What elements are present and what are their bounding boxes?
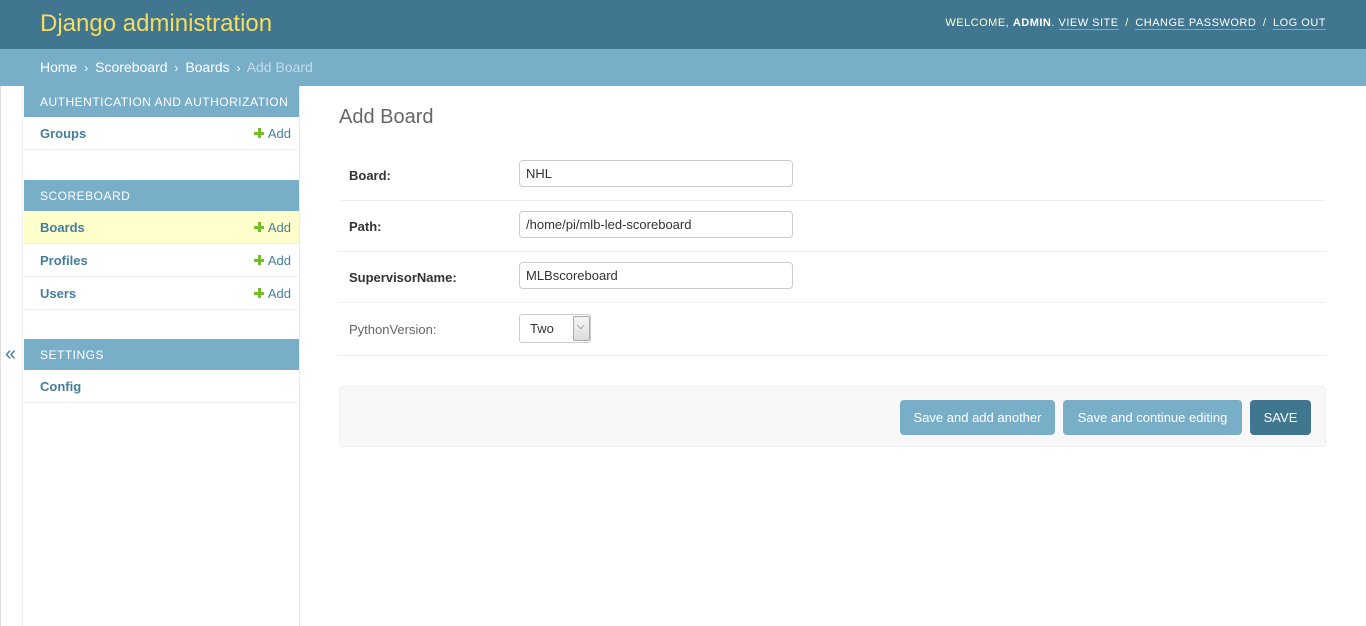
page-title: Add Board	[339, 106, 434, 128]
board-input[interactable]	[519, 160, 793, 187]
module-caption[interactable]: Scoreboard	[24, 180, 299, 211]
path-label: Path:	[349, 219, 382, 234]
form-row-python-version: PythonVersion: Two ⌵	[339, 303, 1326, 356]
form-row-supervisor-name: SupervisorName:	[339, 252, 1326, 303]
python-version-select[interactable]: Two ⌵	[519, 314, 591, 343]
path-input[interactable]	[519, 211, 793, 238]
change-password-link[interactable]: Change password	[1135, 17, 1257, 30]
sidebar-item-config: Config	[24, 370, 299, 403]
sidebar-item-boards: Boards Add	[24, 211, 299, 244]
save-button[interactable]: Save	[1250, 400, 1311, 435]
breadcrumb-separator: ›	[236, 61, 241, 75]
form-row-board: Board:	[339, 150, 1326, 201]
select-value: Two	[530, 321, 554, 336]
save-and-add-another-button[interactable]: Save and add another	[900, 400, 1055, 435]
model-link-groups[interactable]: Groups	[40, 126, 86, 141]
add-label: Add	[267, 126, 291, 141]
breadcrumb-model[interactable]: Boards	[185, 59, 229, 75]
supervisor-name-label: SupervisorName:	[349, 270, 457, 285]
nav-sidebar-toggle-bar: «	[0, 86, 23, 626]
breadcrumb: Home › Scoreboard › Boards › Add Board	[0, 49, 1366, 86]
separator: /	[1125, 17, 1129, 29]
module-scoreboard: Scoreboard Boards Add Profiles Add Users…	[24, 180, 299, 310]
python-version-label: PythonVersion:	[349, 322, 437, 337]
user-tools: Welcome, admin. View site / Change passw…	[945, 17, 1326, 30]
breadcrumb-home[interactable]: Home	[40, 59, 77, 75]
breadcrumb-current: Add Board	[246, 59, 313, 75]
welcome-text: Welcome,	[945, 17, 1010, 29]
add-groups-link[interactable]: Add	[253, 126, 291, 141]
module-caption[interactable]: Settings	[24, 339, 299, 370]
username: admin	[1012, 17, 1052, 29]
plus-icon	[253, 288, 264, 298]
module-authentication: Authentication and Authorization Groups …	[24, 86, 299, 150]
sidebar-item-groups: Groups Add	[24, 117, 299, 150]
nav-sidebar: Authentication and Authorization Groups …	[24, 86, 300, 626]
chevron-down-icon[interactable]: ⌵	[573, 316, 590, 341]
submit-row: Save and add another Save and continue e…	[339, 386, 1326, 447]
module-settings: Settings Config	[24, 339, 299, 403]
add-label: Add	[267, 286, 291, 301]
save-and-continue-button[interactable]: Save and continue editing	[1063, 400, 1242, 435]
board-label: Board:	[349, 168, 391, 183]
log-out-link[interactable]: Log out	[1272, 17, 1326, 30]
breadcrumb-separator: ›	[174, 61, 179, 75]
plus-icon	[253, 222, 264, 232]
model-link-boards[interactable]: Boards	[40, 220, 85, 235]
breadcrumb-app[interactable]: Scoreboard	[95, 59, 167, 75]
sidebar-item-users: Users Add	[24, 277, 299, 310]
collapse-sidebar-icon[interactable]: «	[5, 344, 16, 364]
add-users-link[interactable]: Add	[253, 286, 291, 301]
model-link-users[interactable]: Users	[40, 286, 76, 301]
add-boards-link[interactable]: Add	[253, 220, 291, 235]
plus-icon	[253, 128, 264, 138]
model-link-config[interactable]: Config	[40, 379, 81, 394]
divider	[0, 86, 1, 626]
supervisor-name-input[interactable]	[519, 262, 793, 289]
header: Django administration Welcome, admin. Vi…	[0, 0, 1366, 49]
add-label: Add	[267, 220, 291, 235]
module-caption[interactable]: Authentication and Authorization	[24, 86, 299, 117]
view-site-link[interactable]: View site	[1058, 17, 1119, 30]
site-branding[interactable]: Django administration	[40, 10, 272, 38]
breadcrumb-separator: ›	[84, 61, 89, 75]
separator: /	[1262, 17, 1267, 29]
add-label: Add	[267, 253, 291, 268]
sidebar-item-profiles: Profiles Add	[24, 244, 299, 277]
model-link-profiles[interactable]: Profiles	[40, 253, 88, 268]
plus-icon	[253, 255, 264, 265]
form-row-path: Path:	[339, 201, 1326, 252]
add-profiles-link[interactable]: Add	[253, 253, 291, 268]
